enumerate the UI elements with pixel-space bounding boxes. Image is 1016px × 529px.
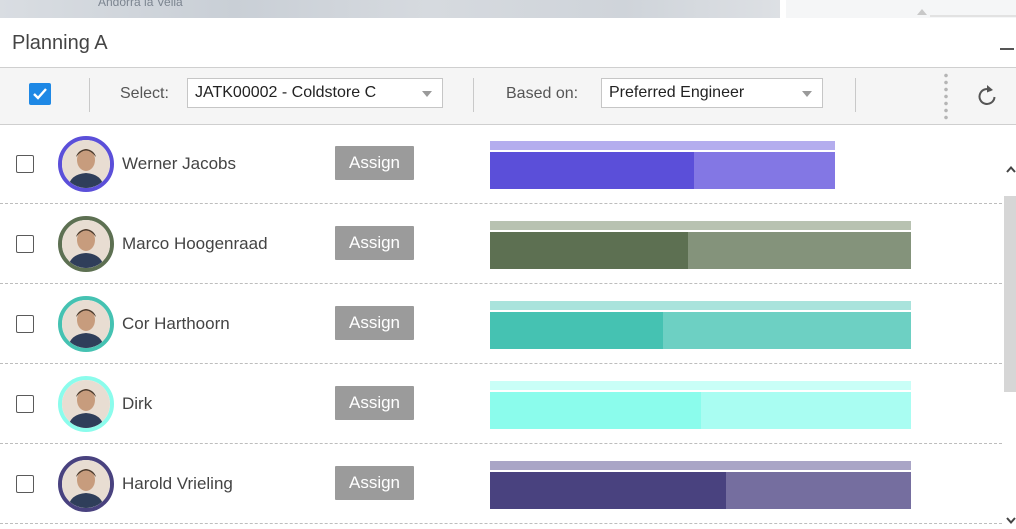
capacity-bar-header (490, 221, 911, 230)
engineer-row: Marco Hoogenraad Assign (0, 204, 1002, 284)
assign-button[interactable]: Assign (335, 306, 414, 340)
workload-bar-remaining (694, 152, 835, 189)
capacity-bar-header (490, 461, 911, 470)
more-options-icon[interactable] (944, 72, 948, 120)
row-checkbox[interactable] (16, 155, 34, 173)
based-on-dropdown[interactable]: Preferred Engineer (601, 78, 823, 108)
workload-bar-filled (490, 312, 663, 349)
engineer-row: Harold Vrieling Assign (0, 444, 1002, 524)
toolbar: Select: JATK00002 - Coldstore C Based on… (0, 67, 1016, 125)
row-divider (0, 523, 1002, 524)
workload-bar-remaining (663, 312, 911, 349)
scroll-down-icon[interactable] (1006, 517, 1016, 524)
engineer-row: Cor Harthoorn Assign (0, 284, 1002, 364)
capacity-bar-header (490, 141, 835, 150)
workload-bar-filled (490, 152, 694, 189)
engineer-row: Dirk Assign (0, 364, 1002, 444)
row-checkbox[interactable] (16, 315, 34, 333)
background-map: Andorra la Vella (0, 0, 780, 18)
row-checkbox[interactable] (16, 235, 34, 253)
panel-title: Planning A (12, 32, 108, 54)
assign-button[interactable]: Assign (335, 226, 414, 260)
toolbar-divider (89, 78, 90, 112)
engineer-name: Cor Harthoorn (122, 314, 230, 333)
checkmark-icon (33, 88, 47, 100)
workload-bar-remaining (701, 392, 911, 429)
job-select-dropdown[interactable]: JATK00002 - Coldstore C (187, 78, 443, 108)
person-icon (62, 140, 110, 188)
workload-bar (490, 472, 911, 509)
chevron-down-icon (422, 91, 432, 97)
caret-up-icon[interactable] (917, 9, 927, 15)
map-place-label: Andorra la Vella (98, 0, 183, 9)
avatar (58, 376, 114, 432)
workload-bar-filled (490, 472, 726, 509)
row-checkbox[interactable] (16, 475, 34, 493)
assign-button[interactable]: Assign (335, 386, 414, 420)
planning-panel: Planning A Select: JATK00002 - Coldstore… (0, 20, 1016, 529)
select-all-checkbox[interactable] (29, 83, 51, 105)
workload-bar (490, 232, 911, 269)
job-select-value: JATK00002 - Coldstore C (195, 84, 377, 101)
chevron-down-icon (802, 91, 812, 97)
refresh-icon[interactable] (975, 83, 999, 109)
engineer-name: Dirk (122, 394, 153, 413)
workload-bar-remaining (726, 472, 911, 509)
based-on-value: Preferred Engineer (609, 84, 745, 101)
engineer-name: Marco Hoogenraad (122, 234, 268, 253)
workload-bar (490, 392, 911, 429)
toolbar-divider (855, 78, 856, 112)
workload-bar-remaining (688, 232, 911, 269)
workload-bar-filled (490, 232, 688, 269)
capacity-bar-header (490, 301, 911, 310)
avatar (58, 216, 114, 272)
based-on-label: Based on: (506, 85, 579, 102)
select-label: Select: (120, 85, 169, 102)
workload-bar (490, 312, 911, 349)
person-icon (62, 380, 110, 428)
minimize-icon[interactable] (1000, 48, 1014, 50)
row-checkbox[interactable] (16, 395, 34, 413)
scrollbar-thumb[interactable] (1004, 196, 1016, 392)
engineer-row: Werner Jacobs Assign (0, 124, 1002, 204)
workload-bar-filled (490, 392, 701, 429)
toolbar-divider (473, 78, 474, 112)
person-icon (62, 460, 110, 508)
person-icon (62, 300, 110, 348)
avatar (58, 296, 114, 352)
engineer-name: Werner Jacobs (122, 154, 237, 173)
person-icon (62, 220, 110, 268)
avatar (58, 456, 114, 512)
assign-button[interactable]: Assign (335, 466, 414, 500)
workload-bar (490, 152, 835, 189)
map-divider (930, 15, 1016, 17)
engineer-name: Harold Vrieling (122, 474, 233, 493)
capacity-bar-header (490, 381, 911, 390)
assign-button[interactable]: Assign (335, 146, 414, 180)
avatar (58, 136, 114, 192)
scroll-up-icon[interactable] (1006, 166, 1016, 173)
